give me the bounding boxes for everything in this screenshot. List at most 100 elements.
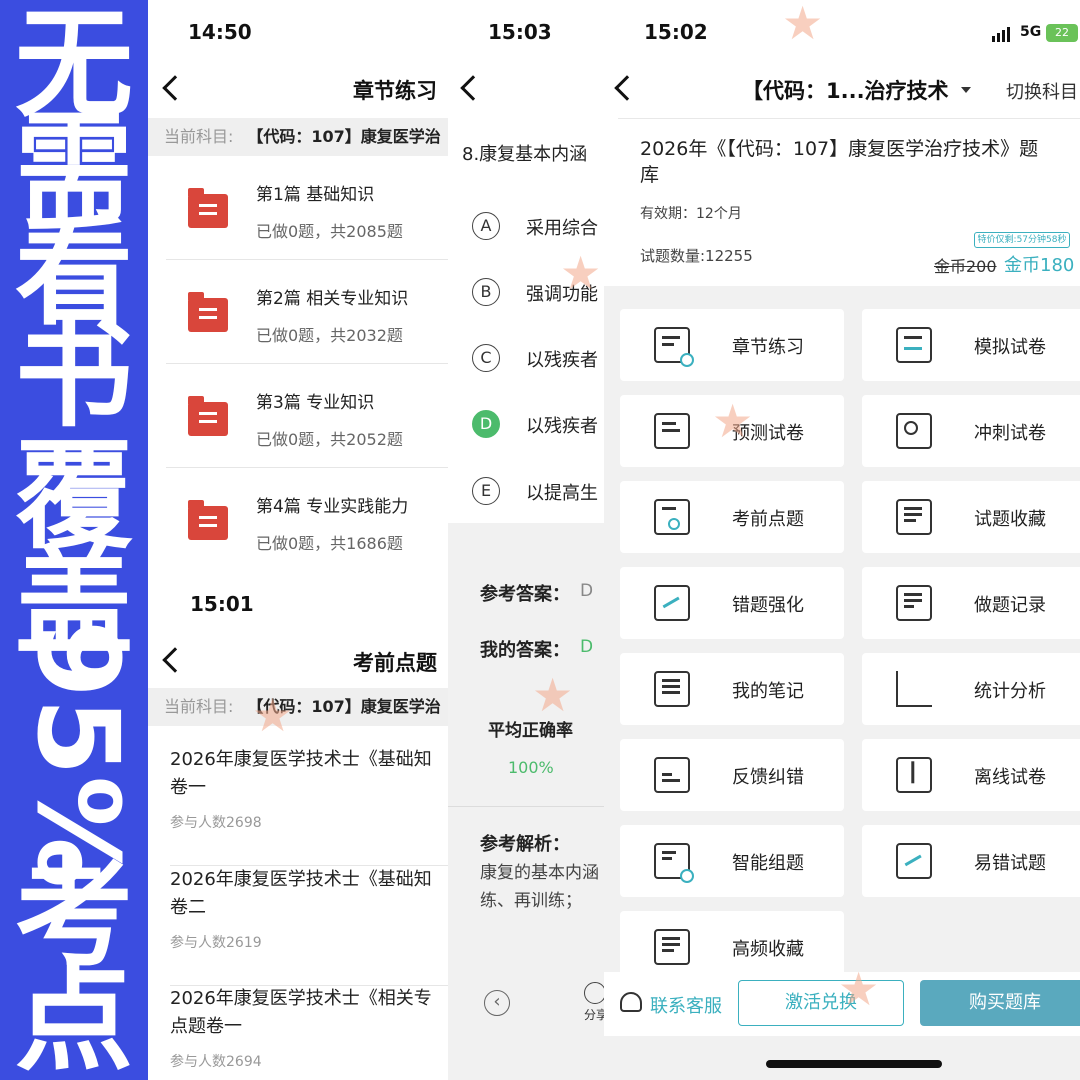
- chapter-practice-screen: 14:50 章节练习 当前科目: 【代码：107】康复医学治 第1篇 基础知识 已…: [148, 0, 448, 580]
- chapter-item[interactable]: 第2篇 相关专业知识 已做0题，共2032题: [166, 260, 448, 364]
- promo-banner: 无 需 看 书 覆 盖 95% 考 点: [0, 0, 148, 1080]
- bottom-action-bar: 联系客服 激活兑换 购买题库: [604, 972, 1080, 1036]
- paper-title: 2026年康复医学技术士《基础知 卷二: [170, 869, 432, 918]
- status-time: 15:02: [644, 20, 708, 44]
- chapter-progress: 已做0题，共1686题: [256, 534, 403, 553]
- chapter-title: 第2篇 相关专业知识: [256, 289, 409, 309]
- paper-title: 2026年康复医学技术士《相关专 点题卷一: [170, 988, 432, 1037]
- tile-label: 统计分析: [974, 681, 1046, 702]
- high-frequency-icon: [654, 929, 690, 965]
- chapter-item[interactable]: 第3篇 专业知识 已做0题，共2052题: [166, 364, 448, 468]
- back-icon[interactable]: [162, 75, 188, 101]
- option-text: 以提高生: [526, 483, 598, 504]
- question-bank-screen: 15:02 5G 22 【代码：1...治疗技术 切换科目 2026年《【代码：…: [604, 0, 1080, 1080]
- tile-error-prone[interactable]: 易错试题: [862, 825, 1080, 897]
- current-subject-bar: 当前科目: 【代码：107】康复医学治: [148, 118, 448, 156]
- chapter-title: 第1篇 基础知识: [256, 185, 375, 205]
- wrong-reinforce-icon: [654, 585, 690, 621]
- avg-accuracy-label: 平均正确率: [488, 721, 573, 741]
- status-time: 14:50: [188, 20, 252, 44]
- pre-exam-points-screen: 15:01 考前点题 当前科目: 【代码：107】康复医学治 2026年康复医学技…: [148, 580, 448, 1080]
- tile-smart-compose[interactable]: 智能组题: [620, 825, 844, 897]
- tile-bookmarks[interactable]: 试题收藏: [862, 481, 1080, 553]
- option-text: 强调功能: [526, 284, 598, 305]
- paper-item[interactable]: 2026年康复医学技术士《相关专 点题卷一 参与人数2694: [170, 985, 448, 1080]
- status-time: 15:03: [488, 20, 552, 44]
- chapter-progress: 已做0题，共2052题: [256, 430, 403, 449]
- question-text: 8.康复基本内涵: [462, 144, 588, 165]
- share-icon[interactable]: [584, 982, 604, 1004]
- page-title: 考前点题: [353, 651, 437, 675]
- back-icon[interactable]: [162, 647, 188, 673]
- paper-item[interactable]: 2026年康复医学技术士《基础知 卷二 参与人数2619: [170, 866, 448, 986]
- folder-icon: [188, 292, 228, 332]
- tile-notes[interactable]: 我的笔记: [620, 653, 844, 725]
- prev-question-icon[interactable]: ‹: [484, 990, 510, 1016]
- status-time: 15:01: [190, 592, 254, 616]
- mock-exam-icon: [896, 327, 932, 363]
- tile-pre-exam-points[interactable]: 考前点题: [620, 481, 844, 553]
- tile-label: 我的笔记: [732, 681, 804, 702]
- option-letter: E: [472, 477, 500, 505]
- switch-subject-link[interactable]: 切换科目: [1006, 78, 1078, 104]
- prediction-paper-icon: [654, 413, 690, 449]
- option-letter: C: [472, 344, 500, 372]
- dropdown-icon[interactable]: [961, 87, 971, 93]
- old-price: 金币200: [934, 257, 997, 276]
- tile-record[interactable]: 做题记录: [862, 567, 1080, 639]
- feedback-icon: [654, 757, 690, 793]
- analysis-text: 练、再训练；: [480, 891, 582, 911]
- banner-char: 书: [14, 305, 133, 443]
- analysis-text: 康复的基本内涵: [480, 863, 599, 883]
- paper-participants: 参与人数2698: [170, 815, 262, 831]
- tile-offline[interactable]: 离线试卷: [862, 739, 1080, 811]
- tile-mock-exam[interactable]: 模拟试卷: [862, 309, 1080, 381]
- subject-title[interactable]: 【代码：1...治疗技术: [742, 75, 949, 105]
- tile-feedback[interactable]: 反馈纠错: [620, 739, 844, 811]
- tile-label: 预测试卷: [732, 423, 804, 444]
- tile-sprint-paper[interactable]: 冲刺试卷: [862, 395, 1080, 467]
- home-indicator: [766, 1060, 942, 1068]
- chapter-item[interactable]: 第1篇 基础知识 已做0题，共2085题: [166, 156, 448, 260]
- tile-statistics[interactable]: 统计分析: [862, 653, 1080, 725]
- option-text: 以残疾者: [526, 350, 598, 371]
- subject-label: 当前科目:: [164, 697, 234, 716]
- tile-label: 高频收藏: [732, 939, 804, 960]
- tile-prediction-paper[interactable]: 预测试卷: [620, 395, 844, 467]
- option-letter: A: [472, 212, 500, 240]
- buy-bank-button[interactable]: 购买题库: [920, 980, 1080, 1026]
- bank-title: 2026年《【代码：107】康复医学治疗技术》题库: [640, 138, 1039, 186]
- subject-value: 【代码：107】康复医学治: [247, 127, 441, 146]
- tile-label: 错题强化: [732, 595, 804, 616]
- my-answer-value: D: [580, 637, 594, 657]
- tile-label: 智能组题: [732, 853, 804, 874]
- pre-exam-points-icon: [654, 499, 690, 535]
- chapter-practice-icon: [654, 327, 694, 367]
- banner-char: 点: [14, 949, 133, 1080]
- tile-label: 章节练习: [732, 337, 804, 358]
- chapter-item[interactable]: 第4篇 专业实践能力 已做0题，共1686题: [166, 468, 448, 572]
- chapter-title: 第3篇 专业知识: [256, 393, 375, 413]
- activate-redeem-button[interactable]: 激活兑换: [738, 980, 904, 1026]
- contact-support-link[interactable]: 联系客服: [650, 992, 722, 1018]
- folder-icon: [188, 500, 228, 540]
- headset-icon[interactable]: [620, 992, 642, 1012]
- download-icon: [896, 757, 932, 793]
- question-count: 试题数量:12255: [640, 247, 753, 265]
- share-label[interactable]: 分享: [584, 1006, 604, 1023]
- current-subject-bar: 当前科目: 【代码：107】康复医学治: [148, 688, 448, 726]
- tile-label: 反馈纠错: [732, 767, 804, 788]
- avg-accuracy-value: 100%: [508, 758, 554, 777]
- tile-label: 考前点题: [732, 509, 804, 530]
- promo-countdown-badge: 特价仅剩:57分钟58秒: [974, 232, 1070, 248]
- tile-chapter-practice[interactable]: 章节练习: [620, 309, 844, 381]
- option-letter-selected: D: [472, 410, 500, 438]
- battery-icon: 22: [1046, 24, 1078, 42]
- folder-icon: [188, 396, 228, 436]
- tile-wrong-reinforce[interactable]: 错题强化: [620, 567, 844, 639]
- option-text: 采用综合: [526, 218, 598, 239]
- reference-answer-label: 参考答案：: [480, 584, 570, 605]
- tile-label: 做题记录: [974, 595, 1046, 616]
- paper-title: 2026年康复医学技术士《基础知 卷一: [170, 749, 432, 798]
- paper-item[interactable]: 2026年康复医学技术士《基础知 卷一 参与人数2698: [170, 746, 448, 866]
